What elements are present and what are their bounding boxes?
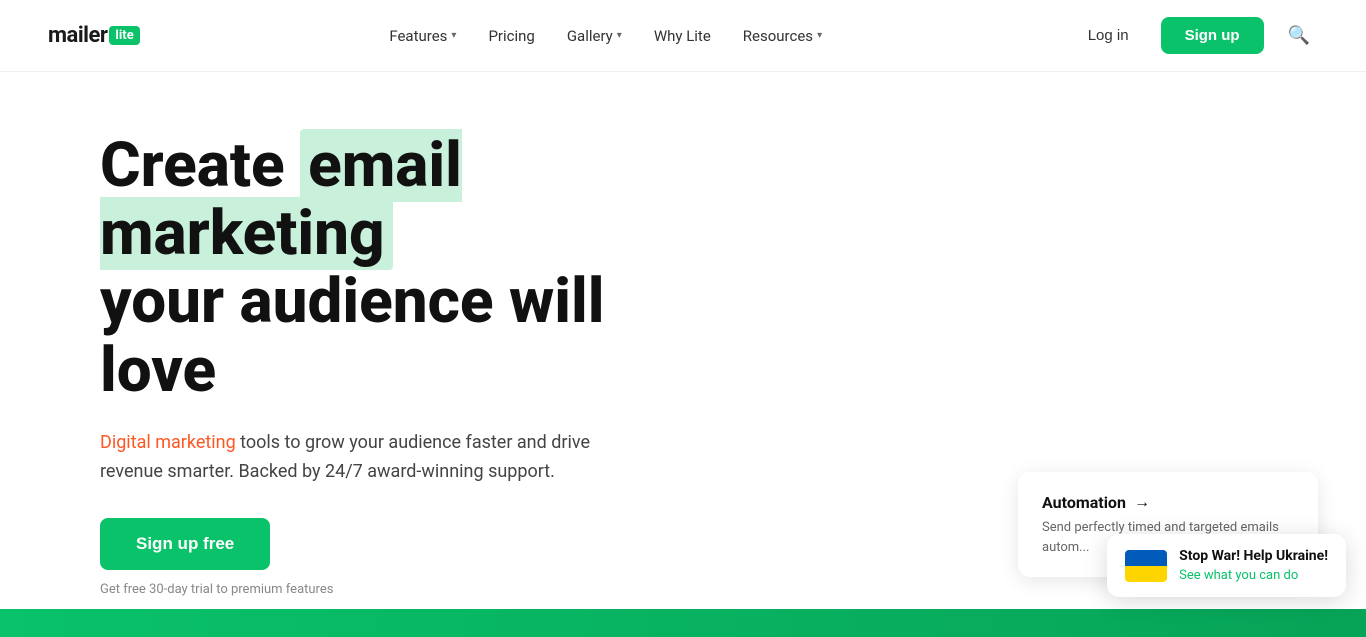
chevron-down-icon: ▾ — [451, 30, 456, 41]
logo-mailer-text: mailer — [48, 23, 107, 48]
hero-subtitle: Digital marketing tools to grow your aud… — [100, 429, 620, 487]
ukraine-flag — [1125, 550, 1167, 582]
hero-section: Create email marketing your audience wil… — [0, 72, 700, 637]
trial-text: Get free 30-day trial to premium feature… — [100, 582, 620, 597]
chevron-down-icon: ▾ — [617, 30, 622, 41]
header: mailerlite Features ▾ Pricing Gallery ▾ … — [0, 0, 1366, 72]
ukraine-banner-text: Stop War! Help Ukraine! See what you can… — [1179, 548, 1328, 583]
logo-lite-badge: lite — [109, 26, 139, 45]
login-button[interactable]: Log in — [1072, 19, 1145, 52]
nav-gallery[interactable]: Gallery ▾ — [555, 19, 634, 53]
nav-resources[interactable]: Resources ▾ — [731, 19, 834, 53]
ukraine-banner-title: Stop War! Help Ukraine! — [1179, 548, 1328, 564]
hero-subtitle-highlight: Digital marketing — [100, 432, 236, 453]
header-actions: Log in Sign up 🔍 — [1072, 17, 1318, 54]
chevron-down-icon: ▾ — [817, 30, 822, 41]
automation-title: Automation → — [1042, 492, 1294, 512]
search-button[interactable]: 🔍 — [1280, 17, 1318, 54]
ukraine-banner-link[interactable]: See what you can do — [1179, 568, 1298, 583]
main-nav: Features ▾ Pricing Gallery ▾ Why Lite Re… — [377, 19, 834, 53]
search-icon: 🔍 — [1288, 25, 1310, 45]
ukraine-flag-yellow — [1125, 566, 1167, 582]
automation-arrow-icon: → — [1134, 492, 1150, 512]
nav-why-lite[interactable]: Why Lite — [642, 19, 723, 53]
signup-button[interactable]: Sign up — [1161, 17, 1264, 54]
bottom-bar — [0, 609, 1366, 637]
ukraine-flag-blue — [1125, 550, 1167, 566]
hero-title: Create email marketing your audience wil… — [100, 132, 620, 405]
ukraine-banner: Stop War! Help Ukraine! See what you can… — [1107, 534, 1346, 597]
signup-free-button[interactable]: Sign up free — [100, 518, 270, 570]
nav-features[interactable]: Features ▾ — [377, 19, 468, 53]
logo[interactable]: mailerlite — [48, 23, 140, 48]
nav-pricing[interactable]: Pricing — [476, 19, 546, 53]
